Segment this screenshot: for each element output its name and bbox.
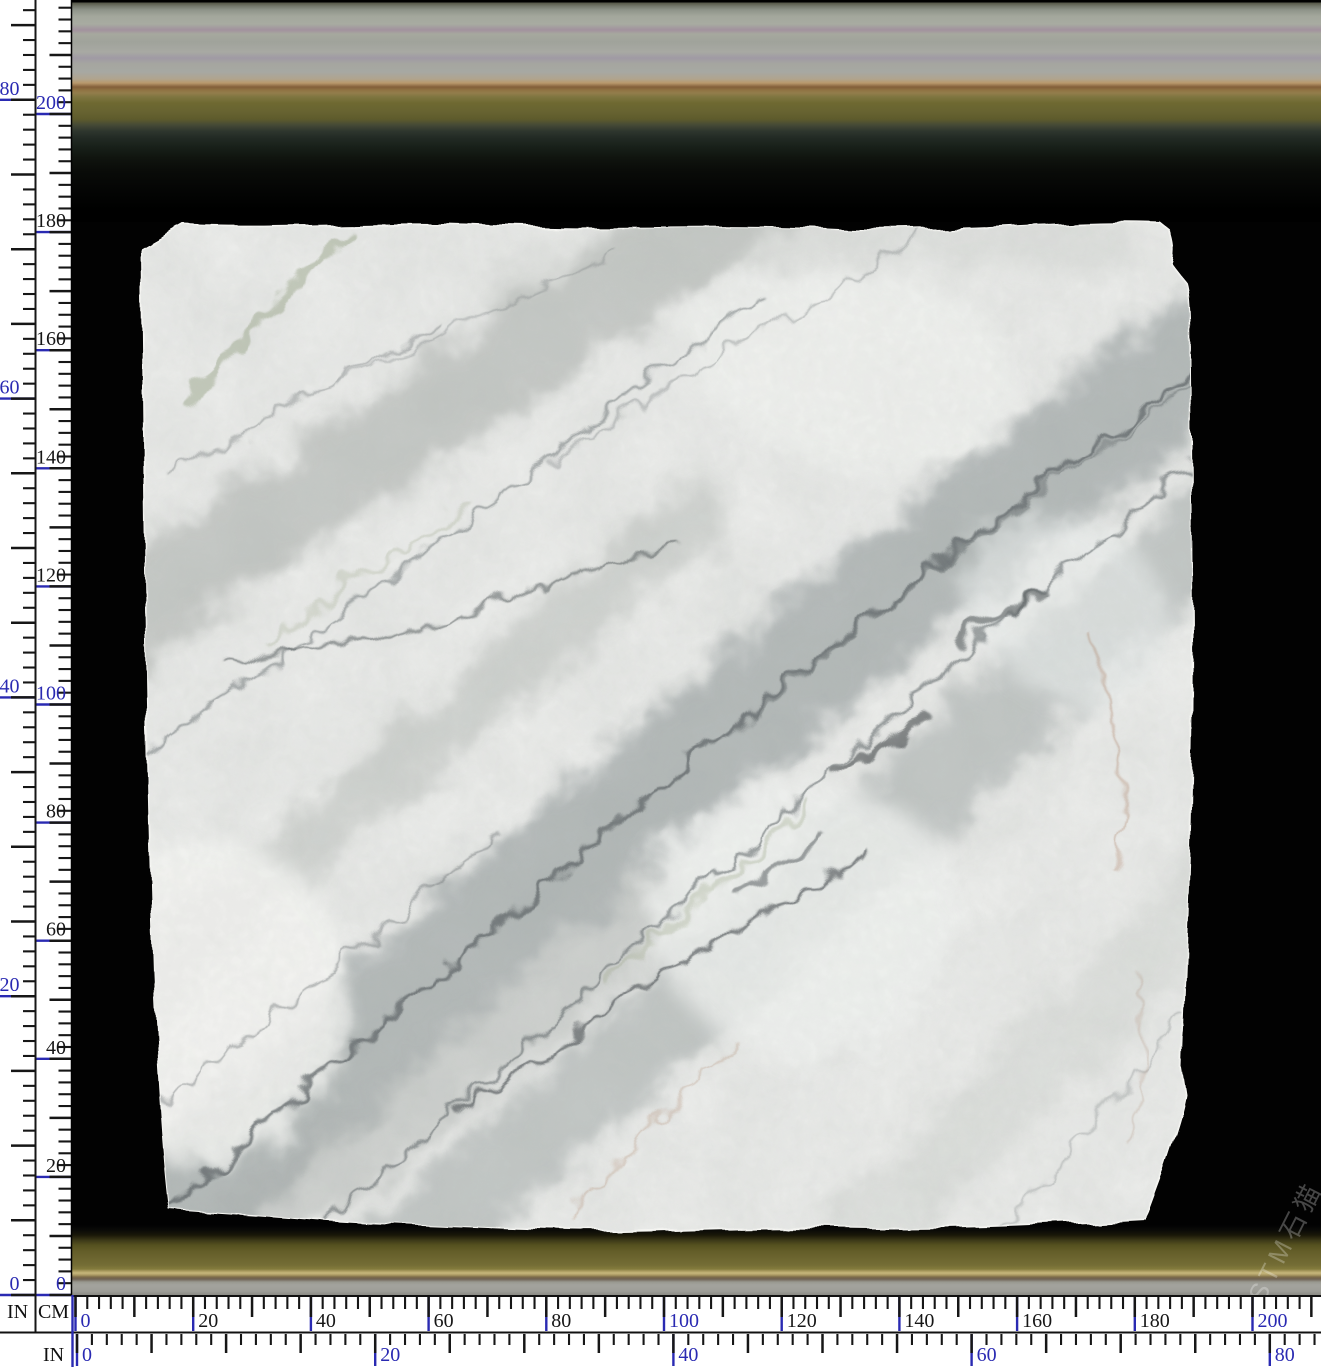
svg-text:180: 180: [1140, 1310, 1170, 1332]
svg-text:40: 40: [678, 1344, 698, 1366]
svg-text:160: 160: [1022, 1310, 1052, 1332]
svg-text:120: 120: [787, 1310, 817, 1332]
svg-text:80: 80: [46, 801, 66, 823]
svg-text:40: 40: [46, 1037, 66, 1059]
svg-text:60: 60: [977, 1344, 997, 1366]
svg-text:60: 60: [0, 377, 20, 399]
bottom-inch-unit-label: IN: [35, 1344, 72, 1367]
svg-text:60: 60: [434, 1310, 454, 1332]
corner-inch-unit-label: IN: [0, 1301, 35, 1324]
svg-text:120: 120: [36, 564, 66, 586]
svg-text:140: 140: [36, 446, 66, 468]
corner-cm-unit-label: CM: [35, 1301, 72, 1324]
svg-text:40: 40: [0, 675, 20, 697]
svg-text:80: 80: [551, 1310, 571, 1332]
svg-text:60: 60: [46, 919, 66, 941]
svg-text:40: 40: [316, 1310, 336, 1332]
svg-text:100: 100: [669, 1310, 699, 1332]
svg-text:20: 20: [0, 974, 20, 996]
svg-text:140: 140: [904, 1310, 934, 1332]
ruler-frame-lines: [0, 0, 1321, 1367]
svg-text:200: 200: [36, 92, 66, 114]
svg-text:180: 180: [36, 210, 66, 232]
svg-text:0: 0: [82, 1344, 92, 1366]
svg-text:100: 100: [36, 683, 66, 705]
svg-text:0: 0: [10, 1273, 20, 1295]
svg-text:20: 20: [380, 1344, 400, 1366]
svg-text:20: 20: [198, 1310, 218, 1332]
slab-scan-view: STM石猫 0204060800204060801001201401601802…: [0, 0, 1321, 1367]
svg-text:0: 0: [56, 1273, 66, 1295]
svg-text:160: 160: [36, 328, 66, 350]
svg-text:20: 20: [46, 1155, 66, 1177]
svg-text:80: 80: [1275, 1344, 1295, 1366]
svg-text:200: 200: [1258, 1310, 1288, 1332]
svg-text:80: 80: [0, 78, 20, 100]
measurement-rulers: 0204060800204060801001201401601802000204…: [0, 0, 1321, 1367]
svg-text:0: 0: [81, 1310, 91, 1332]
